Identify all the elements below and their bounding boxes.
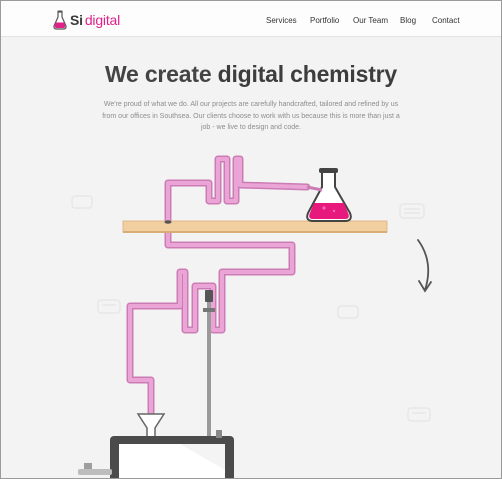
hero-intro: We're proud of what we do. All our proje… [102, 101, 400, 131]
hero-headline: We create digital chemistry [0, 61, 502, 88]
headline-bold: digital chemistry [217, 61, 398, 87]
shelf [122, 220, 388, 233]
flask-icon [306, 168, 352, 222]
funnel-icon [136, 413, 166, 440]
tube [126, 155, 311, 416]
curved-arrow-down-icon [417, 239, 432, 293]
headline-light: We create [104, 61, 218, 87]
monitor [78, 430, 234, 479]
